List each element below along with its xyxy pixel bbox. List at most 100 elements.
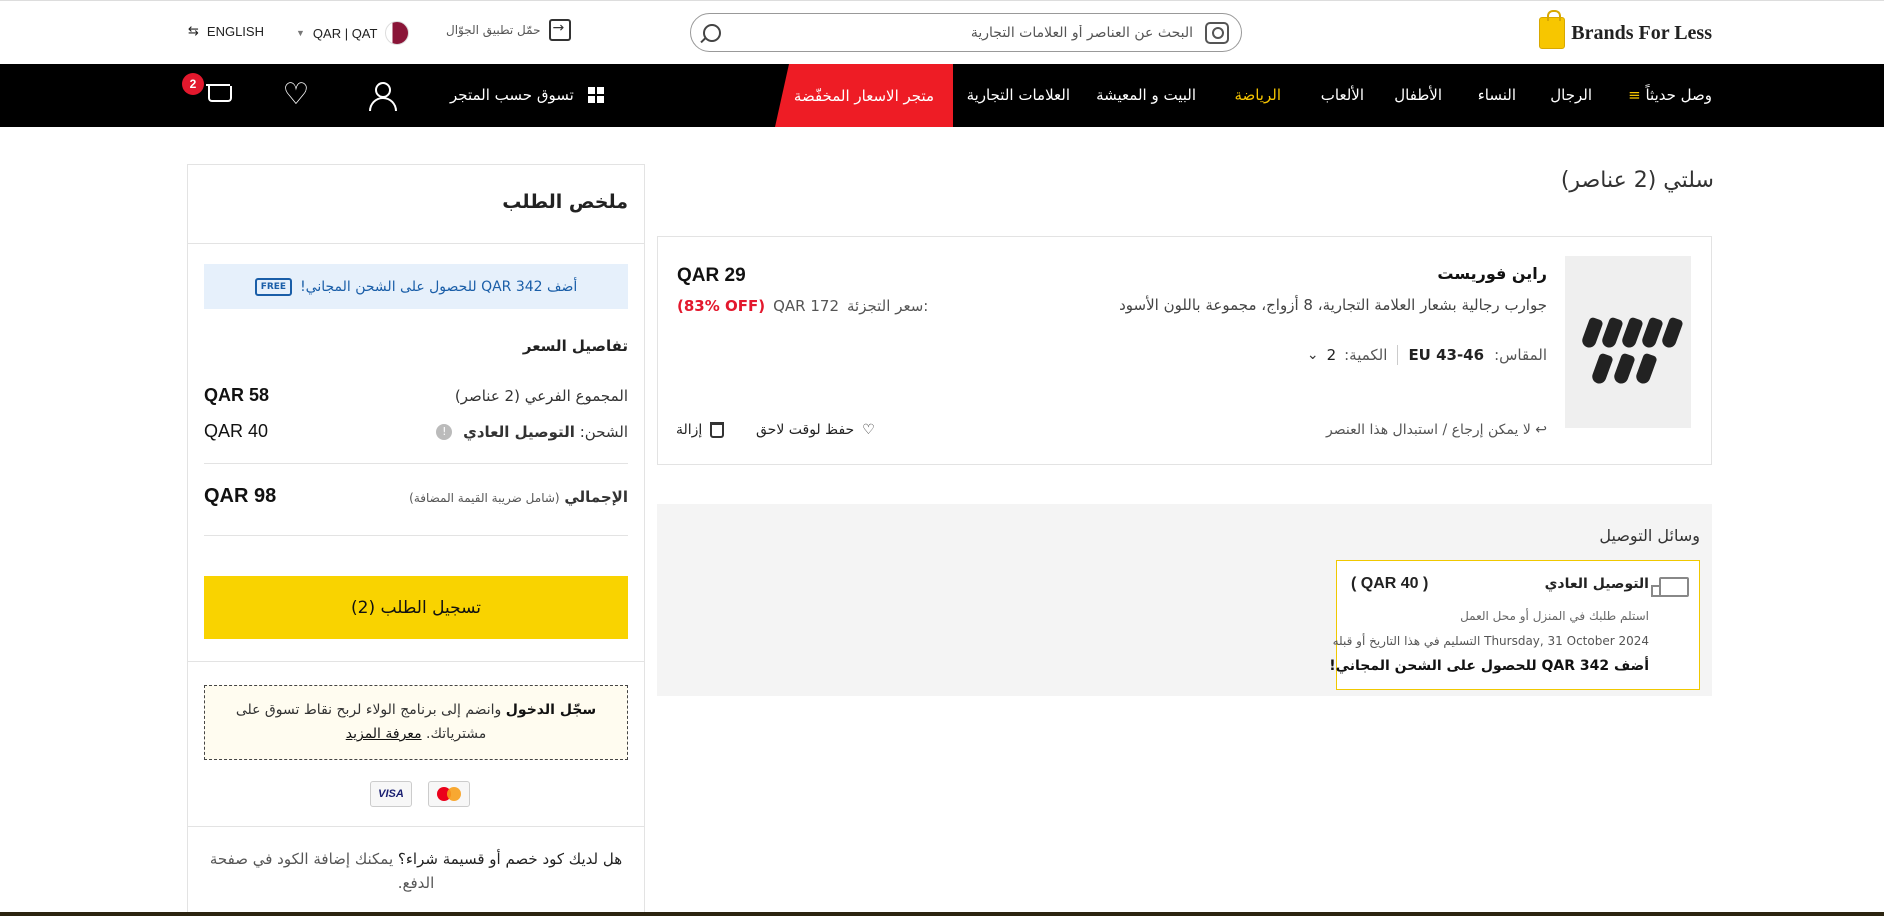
search-bar — [690, 13, 1242, 52]
cart-count-badge: 2 — [182, 73, 204, 95]
logo-text: Brands For Less — [1571, 21, 1712, 44]
retail-label: سعر التجزئة: — [846, 297, 929, 315]
app-link-label: حمّل تطبيق الجوّال — [446, 23, 541, 37]
shop-by-store[interactable]: تسوق حسب المتجر — [450, 86, 604, 104]
free-shipping-banner: أضف QAR 342 للحصول على الشحن المجاني! FR… — [204, 264, 628, 309]
divider — [1397, 345, 1399, 365]
retail-price-row: (83% OFF) QAR 172 سعر التجزئة: — [677, 297, 928, 315]
subtotal-row: المجموع الفرعي (2 عناصر) QAR 58 — [204, 385, 628, 406]
size-value: EU 43-46 — [1408, 346, 1485, 364]
divider — [204, 535, 628, 536]
search-input[interactable] — [731, 24, 1193, 41]
chevron-down-icon: ⌄ — [1306, 347, 1319, 363]
delivery-option-price: ( QAR 40 ) — [1351, 575, 1429, 592]
save-for-later-button[interactable]: ♡ حفظ لوقت لاحق — [756, 422, 875, 438]
delivery-methods-panel: وسائل التوصيل التوصيل العادي ( QAR 40 ) … — [657, 504, 1712, 696]
qatar-flag-icon — [385, 21, 410, 45]
shipping-value: QAR 40 — [204, 421, 269, 441]
cart-item-card: راين فوريست جوارب رجالية بشعار العلامة ا… — [657, 236, 1712, 465]
shopping-bag-logo-icon — [1539, 10, 1566, 49]
camera-search-icon[interactable] — [1205, 21, 1229, 44]
trash-icon — [710, 422, 725, 438]
remove-item-button[interactable]: إزالة — [676, 422, 725, 438]
chevron-down-icon: ▼ — [296, 28, 305, 38]
remove-label: إزالة — [676, 422, 703, 438]
cart-title: سلتي (2 عناصر) — [1560, 168, 1714, 193]
total-label-group: الإجمالي (شامل ضريبة القيمة المضافة) — [409, 488, 628, 506]
menu-icon: ≡ — [1628, 86, 1641, 104]
quantity-selector[interactable]: الكمية: 2 ⌄ — [1307, 346, 1388, 364]
shipping-method: التوصيل العادي — [463, 422, 575, 441]
summary-title: ملخص الطلب — [502, 191, 628, 213]
mastercard-icon — [428, 781, 470, 807]
vat-note: (شامل ضريبة القيمة المضافة) — [409, 490, 560, 505]
promo-code-note: هل لديك كود خصم أو قسيمة شراء؟ يمكنك إضا… — [204, 847, 628, 895]
delivery-option-note: استلم طلبك في المنزل أو محل العمل — [1460, 609, 1649, 623]
nav-kids[interactable]: الأطفال — [1394, 86, 1442, 104]
free-shipping-note: أضف QAR 342 للحصول على الشحن المجاني! — [1329, 658, 1649, 674]
promo-question: هل لديك كود خصم أو قسيمة شراء؟ — [397, 850, 623, 868]
return-arrow-icon: ↩ — [1535, 422, 1547, 438]
quantity-value: 2 — [1326, 346, 1337, 364]
heart-icon: ♡ — [862, 422, 875, 438]
wishlist-heart-icon[interactable]: ♡ — [280, 80, 312, 112]
nav-men[interactable]: الرجال — [1550, 86, 1592, 104]
save-later-label: حفظ لوقت لاحق — [756, 422, 855, 438]
free-banner-text: أضف QAR 342 للحصول على الشحن المجاني! — [300, 278, 578, 295]
quantity-label: الكمية: — [1344, 346, 1388, 364]
search-icon[interactable] — [703, 23, 721, 42]
divider — [188, 826, 644, 827]
delivery-title: وسائل التوصيل — [1599, 526, 1700, 545]
product-title[interactable]: جوارب رجالية بشعار العلامة التجارية، 8 أ… — [1119, 296, 1547, 314]
size-label: المقاس: — [1494, 346, 1547, 364]
divider — [188, 661, 644, 662]
total-label: الإجمالي — [564, 487, 628, 506]
divider — [204, 463, 628, 464]
currency-selector[interactable]: ▼ QAR | QAT — [296, 21, 410, 45]
truck-icon — [1651, 577, 1689, 597]
main-navigation: ≡ وصل حديثاً الرجال النساء الأطفال الألع… — [0, 64, 1884, 127]
delivery-option-name: التوصيل العادي — [1544, 576, 1649, 592]
nav-women[interactable]: النساء — [1478, 86, 1516, 104]
shop-by-label: تسوق حسب المتجر — [450, 86, 574, 104]
product-image[interactable] — [1565, 256, 1691, 428]
product-brand[interactable]: راين فوريست — [1437, 264, 1547, 283]
currency-label: QAR | QAT — [312, 25, 378, 41]
language-switch[interactable]: ⇆ ENGLISH — [188, 23, 264, 39]
nav-home-living[interactable]: البيت و المعيشة — [1096, 86, 1196, 104]
discount-badge: (83% OFF) — [677, 297, 766, 315]
order-summary: ملخص الطلب أضف QAR 342 للحصول على الشحن … — [187, 164, 645, 916]
nav-sale-store[interactable]: متجر الاسعار المخفّضة — [775, 64, 953, 127]
top-header: Brands For Less حمّل تطبيق الجوّال ▼ QAR… — [0, 0, 1884, 64]
total-value: QAR 98 — [204, 485, 277, 507]
standard-delivery-option[interactable]: التوصيل العادي ( QAR 40 ) استلم طلبك في … — [1329, 560, 1700, 690]
info-icon[interactable]: ! — [436, 424, 453, 440]
swap-icon: ⇆ — [188, 23, 199, 38]
checkout-button[interactable]: تسجيل الطلب (2) — [204, 576, 628, 639]
cart-icon[interactable] — [204, 80, 236, 112]
nav-brands[interactable]: العلامات التجارية — [967, 86, 1070, 104]
download-app-link[interactable]: حمّل تطبيق الجوّال — [446, 19, 571, 41]
nav-new-arrivals[interactable]: ≡ وصل حديثاً — [1628, 86, 1712, 104]
shipping-label: الشحن: — [579, 422, 628, 441]
total-row: الإجمالي (شامل ضريبة القيمة المضافة) QAR… — [204, 485, 628, 508]
payment-cards: VISA — [370, 781, 470, 807]
account-icon[interactable] — [366, 80, 398, 112]
divider — [188, 243, 644, 244]
download-app-icon — [548, 19, 571, 41]
nav-sports[interactable]: الرياضة — [1234, 86, 1281, 104]
delivery-date: Thursday, 31 October 2024 التسليم في هذا… — [1332, 634, 1649, 648]
non-returnable-note: ↩ لا يمكن إرجاع / استبدال هذا العنصر — [1326, 422, 1547, 438]
size-qty-row: المقاس: EU 43-46 الكمية: 2 ⌄ — [1307, 345, 1547, 365]
subtotal-value: QAR 58 — [204, 385, 270, 405]
bottom-edge — [0, 912, 1884, 916]
visa-card-icon: VISA — [370, 781, 412, 807]
brand-logo[interactable]: Brands For Less — [1539, 10, 1712, 51]
item-price: QAR 29 — [677, 265, 746, 286]
retail-price: QAR 172 — [773, 297, 839, 315]
non-returnable-text: لا يمكن إرجاع / استبدال هذا العنصر — [1326, 422, 1531, 438]
price-details-heading: تفاصيل السعر — [522, 337, 628, 355]
login-link[interactable]: سجّل الدخول — [506, 702, 596, 718]
nav-toys[interactable]: الألعاب — [1321, 86, 1364, 104]
learn-more-link[interactable]: معرفة المزيد — [346, 726, 422, 742]
